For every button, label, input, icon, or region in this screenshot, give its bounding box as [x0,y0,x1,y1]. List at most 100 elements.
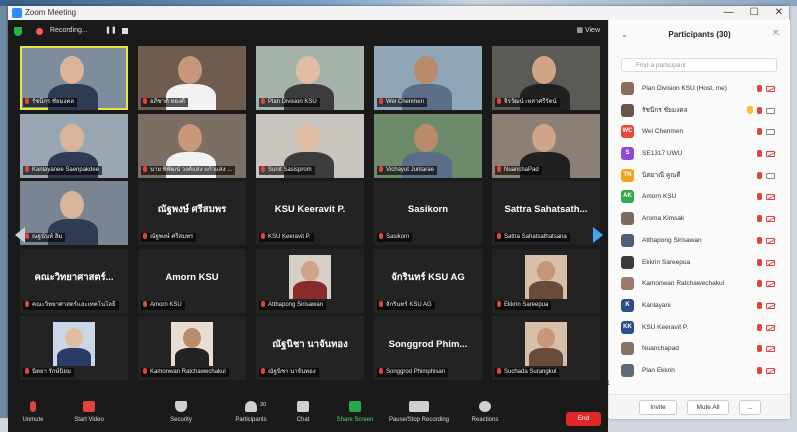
video-tile[interactable]: Kanlayanee Saenpakdee [20,113,128,178]
muted-mic-icon[interactable] [757,236,762,244]
video-tile[interactable]: จักรินทร์ KSU AG จักรินทร์ KSU AG [374,248,482,313]
start-video-button[interactable]: Start Video [64,401,114,423]
muted-mic-icon[interactable] [757,85,762,92]
video-tile[interactable]: นาย พิพัฒน์ วงค์แสง แก้วแสง ... [138,113,246,178]
muted-mic-icon[interactable] [757,106,762,114]
pause-recording-button[interactable]: Pause/Stop Recording [384,401,454,423]
more-options-button[interactable]: ... [739,400,761,415]
muted-mic-icon[interactable] [757,280,762,288]
muted-mic-icon[interactable] [757,128,762,136]
muted-mic-icon[interactable] [757,171,762,179]
participant-row[interactable]: Plan Division KSU (Host, me) [609,78,790,100]
camera-off-icon[interactable] [766,216,775,223]
participant-row[interactable]: รัชนีกร ชัยมงคล [609,100,790,122]
participant-face [296,123,320,152]
video-tile[interactable]: Wei Chenmen [374,46,482,110]
shield-icon[interactable] [14,27,22,36]
stop-icon[interactable] [122,28,128,34]
muted-mic-icon[interactable] [757,258,762,266]
muted-mic-icon [379,98,383,104]
pause-stop-icon [409,401,429,412]
camera-off-icon[interactable] [766,302,775,309]
maximize-button[interactable]: ☐ [750,6,759,20]
camera-off-icon[interactable] [766,237,775,244]
participant-row[interactable]: Kamonwan Ratchawechakul [609,273,790,295]
video-tile[interactable]: อภิชาติ ทองดี [138,46,246,110]
pop-out-icon[interactable]: ⇱ [773,29,780,38]
muted-mic-icon [261,98,265,104]
pause-icon[interactable]: ❚❚ [105,25,117,37]
video-tile[interactable]: Atthapong Sirisawan [256,248,364,313]
video-tile[interactable]: Kamonwan Ratchawechakul [138,316,246,380]
chat-button[interactable]: Chat [278,401,328,423]
video-tile[interactable]: NuanchaPad [492,113,600,178]
video-tile[interactable]: Songgrod Phim... Songgrod Phimphisan [374,316,482,380]
camera-off-icon[interactable] [766,346,775,353]
video-tile[interactable]: นิตยา รักษ์นิยม [20,316,128,380]
participant-row[interactable]: WC Wei Chenmen [609,121,790,143]
participant-name: Nuanchapad [642,345,679,353]
muted-mic-icon[interactable] [757,323,762,331]
muted-mic-icon[interactable] [757,150,762,158]
camera-off-icon[interactable] [766,259,775,266]
video-tile[interactable]: Plan Division KSU [256,46,364,110]
video-tile[interactable]: KSU Keeravit P. KSU Keeravit P. [256,181,364,245]
participant-row[interactable]: Ekkrin Sareepua [609,252,790,274]
muted-mic-icon[interactable] [757,193,762,201]
participant-row[interactable]: AK Amorn KSU [609,186,790,208]
participant-row[interactable]: TN นิตยาณี คูณดี [609,165,790,187]
participant-search-input[interactable]: Find a participant [621,58,777,72]
camera-on-icon[interactable] [766,107,775,114]
muted-mic-icon[interactable] [757,301,762,309]
participant-row[interactable]: Nuanchapad [609,338,790,360]
muted-mic-icon [143,165,147,172]
video-tile[interactable]: ณฐนันท์ ลิ้ม [20,181,128,245]
participant-row[interactable]: S SE1317 UWU [609,143,790,165]
participant-row[interactable]: K Kanlayani [609,295,790,317]
minimize-button[interactable]: — [724,6,734,20]
video-tile[interactable]: Ekkrin Sareepua [492,248,600,313]
avatar: K [621,298,634,312]
participants-button[interactable]: Participants 30 [226,401,276,423]
participant-name: Plan Division KSU [268,99,317,105]
camera-off-icon[interactable] [766,86,775,92]
participant-row[interactable]: Atthapong Sirisawan [609,230,790,252]
mute-all-button[interactable]: Mute All [687,400,729,415]
video-tile[interactable]: Suchada Surangkul [492,316,600,380]
muted-mic-icon[interactable] [757,345,762,353]
video-tile[interactable]: Vichayut Juntarae [374,113,482,178]
video-tile[interactable]: Sasikorn Sasikorn [374,181,482,245]
avatar-face [65,328,83,348]
participant-row[interactable]: Aroma Kimsak [609,208,790,230]
security-button[interactable]: Security [156,401,206,423]
video-tile[interactable]: คณะวิทยาศาสตร์... คณะวิทยาศาสตร์และเทคโนโ… [20,248,128,313]
muted-mic-icon[interactable] [757,366,762,374]
camera-off-icon[interactable] [766,194,775,201]
video-tile[interactable]: ณัฐพงษ์ ศรีสมพร ณัฐพงษ์ ศรีสมพร [138,181,246,245]
reactions-button[interactable]: Reactions [460,401,510,423]
camera-off-icon[interactable] [766,151,775,158]
prev-page-icon[interactable] [15,227,25,243]
share-screen-button[interactable]: Share Screen [330,401,380,423]
video-tile[interactable]: Sattra Sahatsath... Sattra Sahatsathatsan… [492,181,600,245]
camera-off-icon[interactable] [766,281,775,288]
video-tile[interactable]: Amorn KSU Amorn KSU [138,248,246,313]
video-tile[interactable]: รัชนีกร ชัยมงคล [20,46,128,110]
close-button[interactable]: ✕ [775,6,783,20]
video-tile[interactable]: จิรวัฒน์ เหล่าศรีรัตน์ [492,46,600,110]
next-page-icon[interactable] [593,227,603,243]
camera-off-icon[interactable] [766,324,775,331]
invite-button[interactable]: Invite [639,400,677,415]
video-tile[interactable]: ณัฐนิชา นาจันทอง ณัฐนิชา นาจันทอง [256,316,364,380]
unmute-button[interactable]: Unmute [8,401,58,423]
participant-row[interactable]: KK KSU Keeravit P. [609,317,790,339]
participant-row[interactable]: Plan Ekkrin [609,360,790,382]
video-tile[interactable]: Sunit Sasisprom [256,113,364,178]
camera-on-icon[interactable] [766,129,775,136]
muted-mic-icon[interactable] [757,215,762,223]
view-button[interactable]: ▦ View [576,25,600,37]
camera-on-icon[interactable] [766,172,775,179]
end-meeting-button[interactable]: End [566,412,601,426]
participants-icon [245,401,257,412]
camera-off-icon[interactable] [766,367,775,374]
